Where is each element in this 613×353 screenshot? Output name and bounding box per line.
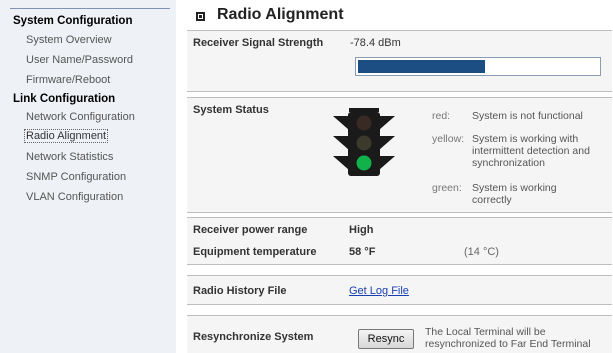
get-log-file-link[interactable]: Get Log File	[349, 285, 409, 297]
signal-strength-label: Receiver Signal Strength	[193, 37, 324, 49]
traffic-light-green	[356, 155, 372, 171]
main-content: Radio Alignment Receiver Signal Strength…	[176, 0, 613, 353]
receiver-power-range-label: Receiver power range	[193, 224, 308, 236]
sidebar: System Configuration System Overview Use…	[0, 0, 176, 353]
sidebar-item-radio-alignment[interactable]: Radio Alignment	[23, 129, 109, 143]
sidebar-item-network-statistics[interactable]: Network Statistics	[26, 151, 113, 163]
sidebar-heading-link-configuration: Link Configuration	[13, 93, 116, 105]
square-bullet-icon	[196, 12, 205, 21]
power-temperature-panel: Receiver power range High Equipment temp…	[187, 217, 612, 265]
radio-history-label: Radio History File	[193, 285, 287, 297]
receiver-power-range-value: High	[349, 224, 374, 236]
legend-text-green: System is working correctly	[472, 182, 557, 206]
legend-key-red: red:	[432, 110, 451, 122]
legend-text-red: System is not functional	[472, 110, 583, 122]
equipment-temperature-f: 58 °F	[349, 246, 376, 258]
resync-button[interactable]: Resync	[358, 329, 414, 349]
radio-history-panel: Radio History File Get Log File	[187, 275, 612, 305]
traffic-light-icon	[333, 108, 395, 176]
sidebar-item-network-configuration[interactable]: Network Configuration	[26, 111, 135, 123]
sidebar-divider	[10, 8, 170, 9]
legend-key-yellow: yellow:	[432, 133, 465, 145]
traffic-light-red	[356, 115, 372, 131]
legend-text-yellow: System is working with intermittent dete…	[472, 133, 590, 169]
signal-strength-panel: Receiver Signal Strength -78.4 dBm	[187, 30, 612, 92]
traffic-light-yellow	[356, 135, 372, 151]
sidebar-item-system-overview[interactable]: System Overview	[26, 34, 112, 46]
sidebar-heading-system-configuration: System Configuration	[13, 15, 133, 27]
signal-strength-value: -78.4 dBm	[350, 37, 401, 49]
signal-strength-bar	[355, 57, 601, 76]
sidebar-item-firmware-reboot[interactable]: Firmware/Reboot	[26, 74, 110, 86]
sidebar-item-vlan-configuration[interactable]: VLAN Configuration	[26, 191, 123, 203]
sidebar-item-snmp-configuration[interactable]: SNMP Configuration	[26, 171, 126, 183]
resync-label: Resynchronize System	[193, 331, 314, 343]
equipment-temperature-label: Equipment temperature	[193, 246, 317, 258]
sidebar-item-user-name-password[interactable]: User Name/Password	[26, 54, 133, 66]
page-title: Radio Alignment	[217, 6, 344, 23]
legend-key-green: green:	[432, 182, 462, 194]
system-status-label: System Status	[193, 104, 269, 116]
system-status-panel: System Status red: System is not functio…	[187, 97, 612, 213]
equipment-temperature-c: (14 °C)	[464, 246, 499, 258]
resync-panel: Resynchronize System Resync The Local Te…	[187, 315, 612, 353]
signal-strength-bar-fill	[358, 60, 486, 73]
resync-note: The Local Terminal will be resynchronize…	[425, 326, 591, 350]
